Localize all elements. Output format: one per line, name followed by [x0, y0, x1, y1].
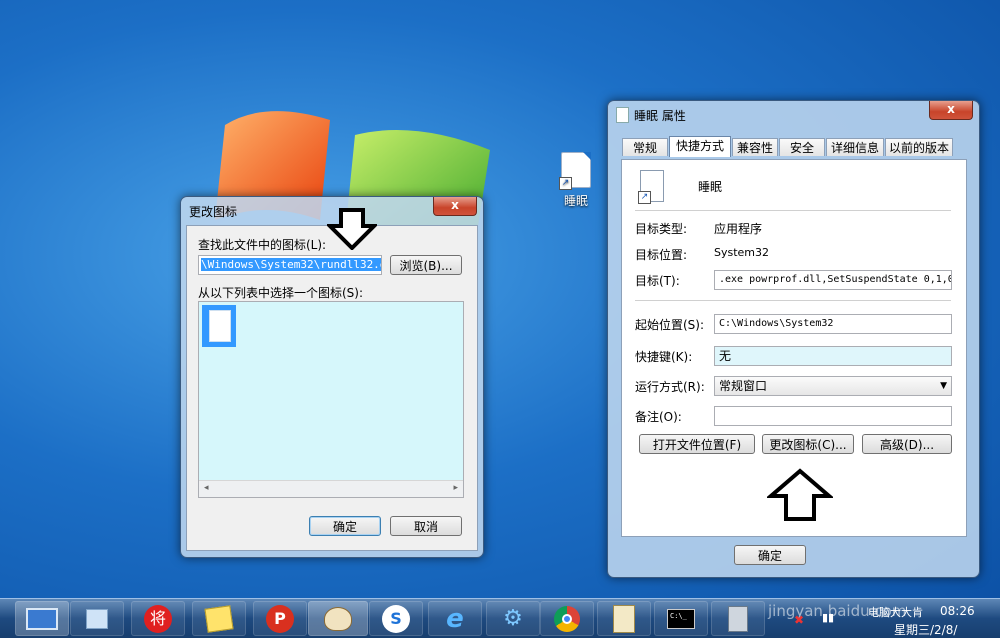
ok-button[interactable]: 确定	[734, 545, 806, 565]
file-icon	[209, 310, 231, 342]
computer-icon	[728, 605, 748, 632]
desktop-icon	[26, 607, 58, 630]
find-icons-label: 查找此文件中的图标(L):	[198, 238, 327, 252]
file-small-icon	[616, 107, 629, 123]
run-label: 运行方式(R):	[635, 380, 705, 394]
comment-input[interactable]	[714, 406, 952, 426]
scroll-left-icon[interactable]: ◂	[204, 483, 209, 493]
close-button[interactable]: x	[433, 197, 477, 216]
tab-compatibility[interactable]: 兼容性	[732, 138, 778, 156]
icon-list[interactable]: ◂ ▸	[198, 301, 464, 498]
horizontal-scrollbar[interactable]: ◂ ▸	[199, 480, 463, 497]
target-type-value: 应用程序	[714, 222, 763, 236]
target-location-value: System32	[714, 246, 770, 259]
notepad-icon	[613, 604, 635, 633]
cmd-icon: C:\_	[667, 608, 695, 629]
divider	[635, 210, 951, 211]
taskbar-gears[interactable]: ⚙	[486, 601, 540, 636]
dialog-title: 睡眠 属性	[634, 109, 686, 123]
dialog-title: 更改图标	[189, 205, 238, 219]
taskbar-cmd[interactable]: C:\_	[654, 601, 708, 636]
shortcut-key-label: 快捷键(K):	[635, 350, 693, 364]
properties-titlebar[interactable]: 睡眠 属性 x	[608, 101, 979, 127]
taskbar-jiang[interactable]: 将	[131, 601, 185, 636]
shortcut-key-input[interactable]: 无	[714, 346, 952, 366]
taskbar: 将 P S e ⚙ C:\_ jingyan.baidu.com ✖ ▮▮ 电脑…	[0, 598, 1000, 638]
volume-icon[interactable]: ✖	[794, 613, 804, 627]
taskbar-ie[interactable]: e	[428, 601, 482, 636]
comment-label: 备注(O):	[635, 410, 682, 424]
paint-icon	[324, 606, 352, 631]
taskbar-sogou[interactable]: S	[369, 601, 423, 636]
icon-list-item[interactable]	[202, 305, 236, 347]
network-icon[interactable]: ▮▮	[822, 611, 834, 624]
taskbar-control-panel[interactable]	[70, 601, 124, 636]
shortcut-arrow-icon: ↗	[638, 191, 651, 204]
start-in-label: 起始位置(S):	[635, 318, 705, 332]
start-in-input[interactable]: C:\Windows\System32	[714, 314, 952, 334]
chevron-down-icon: ▼	[940, 381, 947, 391]
clock-date[interactable]: 星期三/2/8/	[894, 621, 957, 638]
taskbar-paint[interactable]	[308, 601, 368, 636]
gears-icon: ⚙	[503, 606, 523, 631]
desktop-icon-label: 睡眠	[563, 194, 588, 208]
app-name: 睡眠	[698, 180, 723, 194]
chrome-icon	[554, 605, 580, 632]
icon-path-input[interactable]: \Windows\System32\rundll32.exe	[198, 255, 382, 275]
browse-button[interactable]: 浏览(B)...	[390, 255, 462, 275]
target-type-label: 目标类型:	[635, 222, 688, 236]
app-icon: ↗	[638, 170, 664, 204]
shortcut-arrow-icon: ↗	[559, 177, 572, 190]
system-tray: jingyan.baidu.com ✖ ▮▮ 电脑大大肯 08:26 星期三/2…	[750, 599, 1000, 638]
p-app-icon: P	[266, 604, 294, 633]
clock-time[interactable]: 08:26	[940, 604, 975, 618]
taskbar-chrome[interactable]	[540, 601, 594, 636]
change-icon-button[interactable]: 更改图标(C)...	[762, 434, 854, 454]
tray-text: 电脑大大肯	[868, 606, 923, 619]
taskbar-start[interactable]	[15, 601, 69, 636]
control-panel-icon	[86, 608, 108, 629]
sogou-icon: S	[382, 604, 410, 633]
notes-icon	[204, 604, 234, 633]
up-arrow-annotation-icon	[767, 468, 833, 521]
tab-security[interactable]: 安全	[779, 138, 825, 156]
tab-details[interactable]: 详细信息	[826, 138, 884, 156]
run-select-value: 常规窗口	[719, 379, 768, 393]
desktop-shortcut-sleep[interactable]: ↗ 睡眠	[548, 152, 604, 209]
scroll-right-icon[interactable]: ▸	[453, 483, 458, 493]
taskbar-notes[interactable]	[192, 601, 246, 636]
target-location-label: 目标位置:	[635, 248, 688, 262]
down-arrow-annotation-icon	[327, 208, 377, 250]
tab-previous-versions[interactable]: 以前的版本	[885, 138, 953, 156]
ok-button[interactable]: 确定	[309, 516, 381, 536]
internet-explorer-icon: e	[446, 603, 464, 634]
file-icon: ↗	[559, 152, 591, 190]
target-label: 目标(T):	[635, 274, 680, 288]
cancel-button[interactable]: 取消	[390, 516, 462, 536]
select-icon-label: 从以下列表中选择一个图标(S):	[198, 286, 364, 300]
run-select[interactable]: 常规窗口 ▼	[714, 376, 952, 396]
target-input[interactable]: .exe powrprof.dll,SetSuspendState 0,1,0	[714, 270, 952, 290]
advanced-button[interactable]: 高级(D)...	[862, 434, 952, 454]
open-file-location-button[interactable]: 打开文件位置(F)	[639, 434, 755, 454]
close-button[interactable]: x	[929, 101, 973, 120]
tab-shortcut[interactable]: 快捷方式	[669, 136, 731, 157]
tab-general[interactable]: 常规	[622, 138, 668, 156]
divider	[635, 300, 951, 301]
taskbar-p-app[interactable]: P	[253, 601, 307, 636]
jiang-icon: 将	[144, 604, 172, 633]
taskbar-notepad[interactable]	[597, 601, 651, 636]
